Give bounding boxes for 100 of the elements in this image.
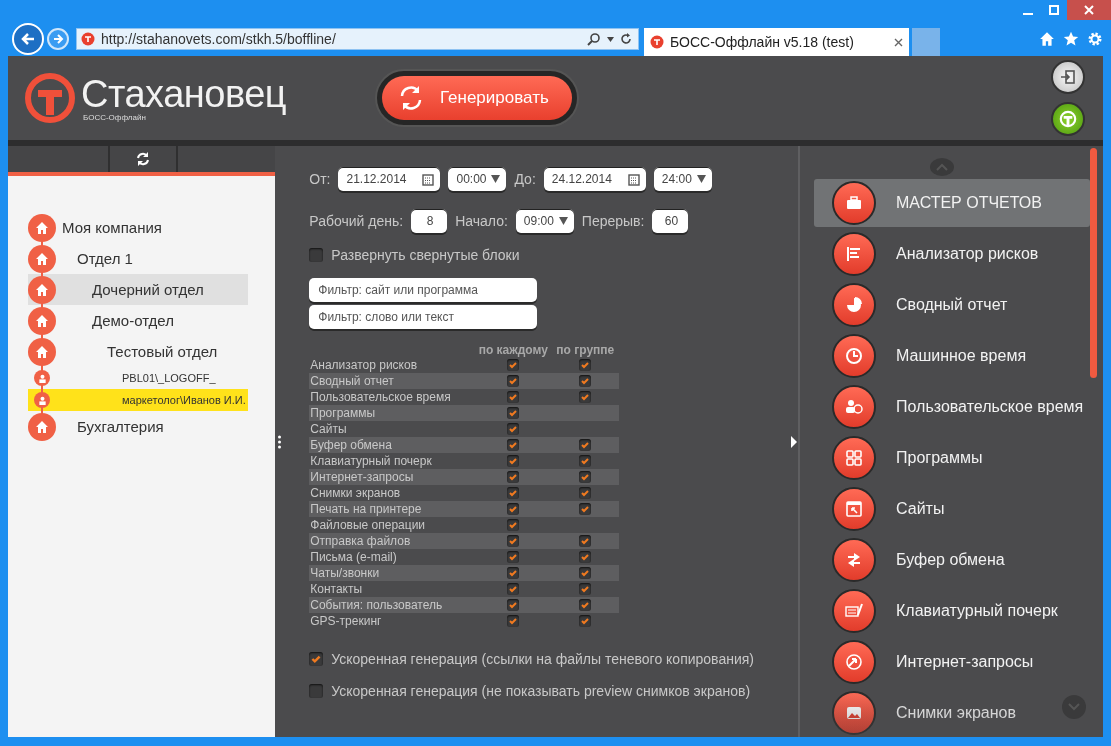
report-menu-item[interactable]: Программы bbox=[814, 434, 1090, 482]
logo-button[interactable] bbox=[1051, 102, 1085, 136]
checkbox[interactable] bbox=[507, 423, 520, 435]
checkbox[interactable] bbox=[507, 487, 520, 499]
checkbox[interactable] bbox=[579, 599, 592, 611]
column-header: по каждому bbox=[477, 343, 549, 357]
checkbox[interactable] bbox=[579, 551, 592, 563]
report-menu-item[interactable]: Сводный отчет bbox=[814, 281, 1090, 329]
home-icon[interactable] bbox=[1039, 31, 1055, 47]
checkbox-label: Развернуть свернутые блоки bbox=[331, 247, 520, 263]
report-name: Отправка файлов bbox=[309, 534, 412, 548]
report-name: Буфер обмена bbox=[309, 438, 393, 452]
checkbox[interactable] bbox=[579, 359, 592, 371]
close-icon[interactable] bbox=[894, 37, 903, 47]
report-menu-item[interactable]: Машинное время bbox=[814, 332, 1090, 380]
checkbox[interactable] bbox=[507, 391, 520, 403]
report-menu-item[interactable]: Буфер обмена bbox=[814, 536, 1090, 584]
from-time-dropdown[interactable]: 00:00 bbox=[448, 167, 507, 191]
checkbox[interactable] bbox=[579, 615, 592, 627]
start-label: Начало: bbox=[455, 213, 508, 229]
checkbox[interactable] bbox=[507, 599, 520, 611]
tree-item[interactable]: Демо-отдел bbox=[28, 305, 248, 336]
report-menu-item[interactable]: Снимки экранов bbox=[814, 689, 1090, 737]
checkbox[interactable] bbox=[507, 471, 520, 483]
checkbox[interactable] bbox=[579, 567, 592, 579]
address-bar[interactable]: http://stahanovets.com/stkh.5/boffline/ bbox=[76, 28, 639, 50]
workday-field[interactable]: 8 bbox=[411, 209, 448, 233]
search-icon[interactable] bbox=[587, 32, 601, 46]
house-icon bbox=[35, 220, 49, 235]
filter-field[interactable]: Фильтр: слово или текст bbox=[309, 305, 538, 329]
tree-item[interactable]: Тестовый отдел bbox=[28, 336, 248, 367]
to-date-field[interactable]: 24.12.2014 bbox=[543, 167, 646, 191]
checkbox[interactable] bbox=[579, 471, 592, 483]
checkbox[interactable] bbox=[309, 684, 324, 698]
start-time-dropdown[interactable]: 09:00 bbox=[515, 209, 574, 233]
checkbox[interactable] bbox=[579, 455, 592, 467]
checkbox[interactable] bbox=[507, 567, 520, 579]
report-name: Сайты bbox=[309, 422, 348, 436]
checkbox[interactable] bbox=[507, 439, 520, 451]
break-field[interactable]: 60 bbox=[652, 209, 689, 233]
report-menu-item[interactable]: МАСТЕР ОТЧЕТОВ bbox=[814, 179, 1090, 227]
settings-icon[interactable] bbox=[1087, 31, 1103, 47]
checkbox[interactable] bbox=[579, 439, 592, 451]
url-text: http://stahanovets.com/stkh.5/boffline/ bbox=[101, 31, 337, 47]
report-menu-item[interactable]: Пользовательское время bbox=[814, 383, 1090, 431]
house-icon bbox=[35, 313, 49, 328]
house-icon bbox=[35, 251, 49, 266]
checkbox[interactable] bbox=[579, 391, 592, 403]
checkbox-label: Ускоренная генерация (ссылки на файлы теневого копирования) bbox=[331, 651, 754, 667]
checkbox-label: Ускоренная генерация (не показывать preview снимков экранов) bbox=[331, 683, 751, 699]
checkbox[interactable] bbox=[507, 583, 520, 595]
report-menu-item[interactable]: Сайты bbox=[814, 485, 1090, 533]
checkbox[interactable] bbox=[507, 503, 520, 515]
checkbox[interactable] bbox=[507, 551, 520, 563]
checkbox[interactable] bbox=[507, 407, 520, 419]
back-button[interactable] bbox=[12, 23, 44, 55]
checkbox[interactable] bbox=[579, 487, 592, 499]
browser-tab[interactable]: БОСС-Оффлайн v5.18 (test) bbox=[644, 28, 909, 56]
back-arrow-icon bbox=[20, 31, 36, 47]
filter-field[interactable]: Фильтр: сайт или программа bbox=[309, 278, 538, 302]
checkbox[interactable] bbox=[507, 359, 520, 371]
checkbox[interactable] bbox=[507, 375, 520, 387]
forward-button[interactable] bbox=[47, 28, 69, 50]
report-name: GPS-трекинг bbox=[309, 614, 383, 628]
to-time-dropdown[interactable]: 24:00 bbox=[653, 167, 712, 191]
caret-icon[interactable] bbox=[607, 36, 614, 42]
checkbox[interactable] bbox=[507, 535, 520, 547]
logout-button[interactable] bbox=[1051, 60, 1085, 94]
drag-handle-icon[interactable] bbox=[277, 434, 281, 449]
report-menu-item[interactable]: Клавиатурный почерк bbox=[814, 587, 1090, 635]
refresh-icon[interactable] bbox=[620, 33, 632, 45]
checkbox[interactable] bbox=[507, 519, 520, 531]
column-header: по группе bbox=[555, 343, 616, 357]
tree-item[interactable]: Отдел 1 bbox=[28, 243, 248, 274]
checkbox[interactable] bbox=[579, 503, 592, 515]
clock-icon bbox=[844, 346, 864, 366]
checkbox[interactable] bbox=[579, 375, 592, 387]
from-date-field[interactable]: 21.12.2014 bbox=[338, 167, 441, 191]
tree-item[interactable]: маркетолог\Иванов И.И. bbox=[28, 389, 248, 411]
tree-item[interactable]: Дочерний отдел bbox=[28, 274, 248, 305]
checkbox[interactable] bbox=[579, 535, 592, 547]
calendar-icon[interactable] bbox=[422, 172, 435, 186]
expand-arrow-icon[interactable] bbox=[791, 435, 797, 448]
scrollbar-thumb[interactable] bbox=[1090, 148, 1097, 378]
report-menu-item[interactable]: Интернет-запросы bbox=[814, 638, 1090, 686]
checkbox[interactable] bbox=[507, 615, 520, 627]
calendar-icon[interactable] bbox=[627, 172, 640, 186]
star-icon[interactable] bbox=[1063, 31, 1079, 47]
logo-subtitle: БОСС-Оффлайн bbox=[83, 112, 146, 122]
close-button[interactable] bbox=[1067, 0, 1111, 20]
checkbox[interactable] bbox=[507, 455, 520, 467]
report-menu-item[interactable]: Анализатор рисков bbox=[814, 230, 1090, 278]
tree-item[interactable]: Моя компания bbox=[28, 212, 248, 243]
report-name: Контакты bbox=[309, 582, 364, 596]
tree-item[interactable]: Бухгалтерия bbox=[28, 411, 248, 442]
checkbox[interactable] bbox=[579, 583, 592, 595]
checkbox[interactable] bbox=[309, 652, 324, 666]
break-label: Перерыв: bbox=[581, 213, 645, 229]
checkbox[interactable] bbox=[309, 248, 324, 262]
tree-item[interactable]: PBL01\_LOGOFF_ bbox=[28, 367, 248, 389]
